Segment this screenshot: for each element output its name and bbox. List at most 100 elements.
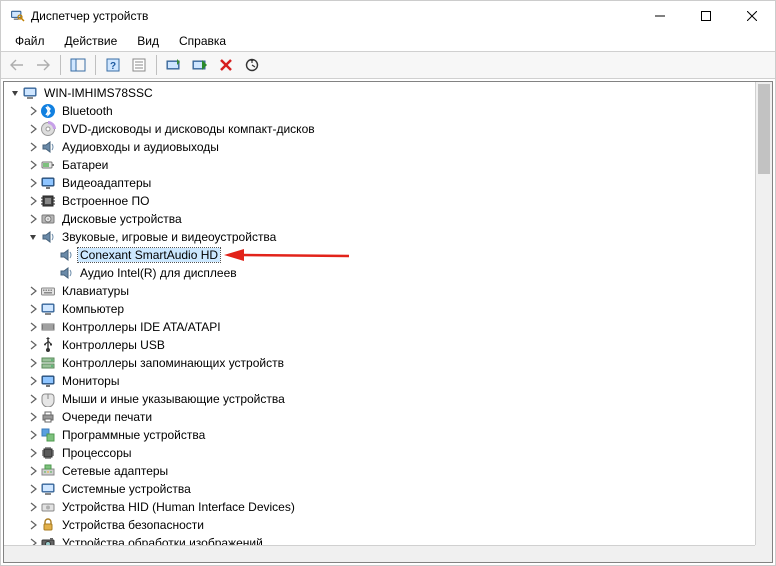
vertical-scrollbar[interactable] bbox=[755, 82, 772, 545]
chevron-right-icon[interactable] bbox=[26, 302, 40, 316]
scrollbar-corner bbox=[755, 545, 772, 562]
tree-item-label: Системные устройства bbox=[60, 482, 193, 496]
lock-icon bbox=[40, 517, 56, 533]
toolbar-forward-button[interactable] bbox=[31, 54, 55, 76]
toolbar-properties-button[interactable] bbox=[127, 54, 151, 76]
disc-icon bbox=[40, 121, 56, 137]
menu-file[interactable]: Файл bbox=[7, 33, 53, 49]
chevron-down-icon[interactable] bbox=[8, 86, 22, 100]
tree-item-hid[interactable]: Устройства HID (Human Interface Devices) bbox=[4, 498, 755, 516]
chevron-right-icon[interactable] bbox=[26, 410, 40, 424]
tree-item-dvd[interactable]: DVD-дисководы и дисководы компакт-дисков bbox=[4, 120, 755, 138]
toolbar-enable-button[interactable] bbox=[188, 54, 212, 76]
tree-item-label: Устройства обработки изображений bbox=[60, 536, 265, 545]
chevron-right-icon[interactable] bbox=[26, 104, 40, 118]
scrollbar-thumb[interactable] bbox=[758, 84, 770, 174]
chevron-right-icon[interactable] bbox=[26, 158, 40, 172]
usb-icon bbox=[40, 337, 56, 353]
tree-item-monitors[interactable]: Мониторы bbox=[4, 372, 755, 390]
device-tree[interactable]: WIN-IMHIMS78SSC Bluetooth DVD-дисководы … bbox=[4, 82, 755, 545]
toolbar-back-button[interactable] bbox=[5, 54, 29, 76]
hid-icon bbox=[40, 499, 56, 515]
menu-view[interactable]: Вид bbox=[129, 33, 167, 49]
horizontal-scrollbar[interactable] bbox=[4, 545, 755, 562]
tree-item-label: Программные устройства bbox=[60, 428, 207, 442]
toolbar-scan-button[interactable] bbox=[240, 54, 264, 76]
maximize-button[interactable] bbox=[683, 1, 729, 31]
chevron-right-icon[interactable] bbox=[26, 194, 40, 208]
chevron-right-icon[interactable] bbox=[26, 356, 40, 370]
chevron-right-icon[interactable] bbox=[26, 284, 40, 298]
tree-item-label: Сетевые адаптеры bbox=[60, 464, 170, 478]
chevron-right-icon[interactable] bbox=[26, 500, 40, 514]
tree-root[interactable]: WIN-IMHIMS78SSC bbox=[4, 84, 755, 102]
battery-icon bbox=[40, 157, 56, 173]
chevron-right-icon[interactable] bbox=[26, 536, 40, 545]
tree-item-sound[interactable]: Звуковые, игровые и видеоустройства bbox=[4, 228, 755, 246]
menu-help[interactable]: Справка bbox=[171, 33, 234, 49]
tree-item-usb[interactable]: Контроллеры USB bbox=[4, 336, 755, 354]
close-button[interactable] bbox=[729, 1, 775, 31]
no-twisty bbox=[44, 248, 58, 262]
chevron-right-icon[interactable] bbox=[26, 374, 40, 388]
tree-item-computer[interactable]: Компьютер bbox=[4, 300, 755, 318]
chevron-right-icon[interactable] bbox=[26, 392, 40, 406]
chevron-right-icon[interactable] bbox=[26, 446, 40, 460]
tree-item-label: Очереди печати bbox=[60, 410, 154, 424]
window-title: Диспетчер устройств bbox=[31, 9, 148, 23]
tree-item-bluetooth[interactable]: Bluetooth bbox=[4, 102, 755, 120]
toolbar-separator bbox=[156, 55, 157, 75]
tree-item-intel-display-audio[interactable]: Аудио Intel(R) для дисплеев bbox=[4, 264, 755, 282]
chevron-right-icon[interactable] bbox=[26, 518, 40, 532]
toolbar-help-button[interactable]: ? bbox=[101, 54, 125, 76]
titlebar: Диспетчер устройств bbox=[1, 1, 775, 31]
computer-icon bbox=[40, 481, 56, 497]
tree-item-network-adapters[interactable]: Сетевые адаптеры bbox=[4, 462, 755, 480]
chevron-right-icon[interactable] bbox=[26, 176, 40, 190]
chevron-right-icon[interactable] bbox=[26, 140, 40, 154]
menu-action[interactable]: Действие bbox=[57, 33, 126, 49]
mouse-icon bbox=[40, 391, 56, 407]
chevron-down-icon[interactable] bbox=[26, 230, 40, 244]
svg-text:?: ? bbox=[110, 61, 116, 72]
toolbar-separator bbox=[95, 55, 96, 75]
bluetooth-icon bbox=[40, 103, 56, 119]
chevron-right-icon[interactable] bbox=[26, 338, 40, 352]
no-twisty bbox=[44, 266, 58, 280]
tree-item-label: Аудио Intel(R) для дисплеев bbox=[78, 266, 239, 280]
tree-item-batteries[interactable]: Батареи bbox=[4, 156, 755, 174]
chevron-right-icon[interactable] bbox=[26, 428, 40, 442]
tree-item-security-devices[interactable]: Устройства безопасности bbox=[4, 516, 755, 534]
chevron-right-icon[interactable] bbox=[26, 320, 40, 334]
tree-item-imaging-devices[interactable]: Устройства обработки изображений bbox=[4, 534, 755, 545]
chevron-right-icon[interactable] bbox=[26, 464, 40, 478]
tree-item-storage-controllers[interactable]: Контроллеры запоминающих устройств bbox=[4, 354, 755, 372]
ide-icon bbox=[40, 319, 56, 335]
toolbar-uninstall-button[interactable] bbox=[214, 54, 238, 76]
tree-item-mice[interactable]: Мыши и иные указывающие устройства bbox=[4, 390, 755, 408]
tree-item-label: Устройства безопасности bbox=[60, 518, 206, 532]
tree-item-disk-drives[interactable]: Дисковые устройства bbox=[4, 210, 755, 228]
toolbar-separator bbox=[60, 55, 61, 75]
tree-item-print-queues[interactable]: Очереди печати bbox=[4, 408, 755, 426]
toolbar-show-hide-tree-button[interactable] bbox=[66, 54, 90, 76]
chevron-right-icon[interactable] bbox=[26, 212, 40, 226]
tree-item-software-devices[interactable]: Программные устройства bbox=[4, 426, 755, 444]
minimize-button[interactable] bbox=[637, 1, 683, 31]
chevron-right-icon[interactable] bbox=[26, 122, 40, 136]
tree-item-label: Встроенное ПО bbox=[60, 194, 151, 208]
tree-item-audio-io[interactable]: Аудиовходы и аудиовыходы bbox=[4, 138, 755, 156]
tree-item-firmware[interactable]: Встроенное ПО bbox=[4, 192, 755, 210]
tree-item-keyboards[interactable]: Клавиатуры bbox=[4, 282, 755, 300]
computer-icon bbox=[22, 85, 38, 101]
tree-item-label: Аудиовходы и аудиовыходы bbox=[60, 140, 221, 154]
tree-item-processors[interactable]: Процессоры bbox=[4, 444, 755, 462]
chevron-right-icon[interactable] bbox=[26, 482, 40, 496]
tree-item-conexant[interactable]: Conexant SmartAudio HD bbox=[4, 246, 755, 264]
toolbar-update-driver-button[interactable] bbox=[162, 54, 186, 76]
tree-item-system-devices[interactable]: Системные устройства bbox=[4, 480, 755, 498]
tree-item-ide[interactable]: Контроллеры IDE ATA/ATAPI bbox=[4, 318, 755, 336]
tree-item-video-adapters[interactable]: Видеоадаптеры bbox=[4, 174, 755, 192]
tree-item-label: Контроллеры IDE ATA/ATAPI bbox=[60, 320, 223, 334]
network-icon bbox=[40, 463, 56, 479]
